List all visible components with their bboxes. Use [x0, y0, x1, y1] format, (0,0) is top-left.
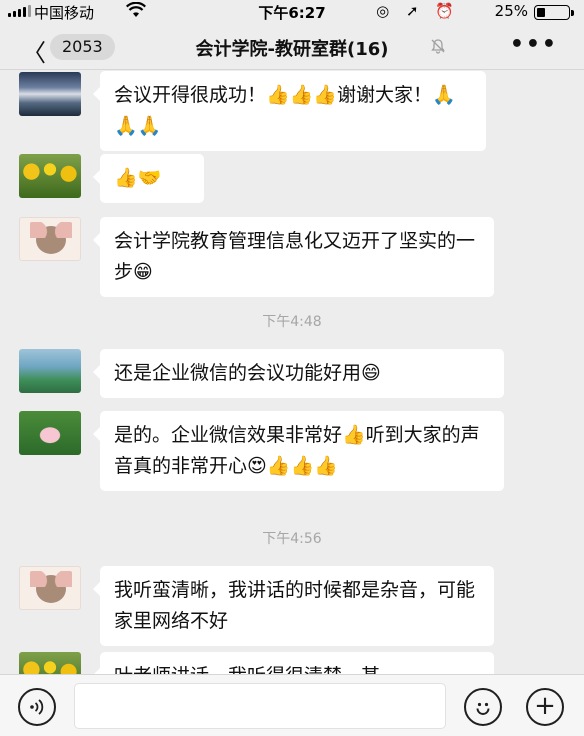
message-text: 还是企业微信的会议功能好用😄	[114, 362, 381, 384]
message-input[interactable]	[74, 683, 446, 729]
status-icons: ◎ ➚ ⏰	[376, 2, 460, 20]
message-text: 会议开得很成功！👍👍👍谢谢大家！🙏🙏🙏	[114, 84, 456, 137]
avatar[interactable]	[19, 349, 81, 393]
timestamp-divider: 下午4:56	[262, 531, 322, 547]
timestamp-divider: 下午4:48	[262, 314, 322, 330]
message-text: 👍🤝	[114, 167, 162, 189]
voice-input-button[interactable]	[18, 688, 56, 726]
message-text: 叶老师讲话，我听得很清楚，甚	[114, 665, 380, 674]
message-bubble[interactable]: 叶老师讲话，我听得很清楚，甚	[93, 652, 494, 674]
message-text: 是的。企业微信效果非常好👍听到大家的声音真的非常开心😍👍👍👍	[114, 424, 480, 477]
emoji-icon	[472, 699, 494, 724]
message-bubble[interactable]: 👍🤝	[93, 154, 204, 203]
battery-icon	[534, 5, 574, 20]
message-bubble[interactable]: 我听蛮清晰，我讲话的时候都是杂音，可能家里网络不好	[93, 566, 494, 646]
message-bubble[interactable]: 是的。企业微信效果非常好👍听到大家的声音真的非常开心😍👍👍👍	[93, 411, 504, 491]
message-composer: +	[0, 674, 584, 736]
plus-icon: +	[534, 691, 556, 721]
emoji-button[interactable]	[464, 688, 502, 726]
message-bubble[interactable]: 会议开得很成功！👍👍👍谢谢大家！🙏🙏🙏	[93, 71, 486, 151]
message-text: 我听蛮清晰，我讲话的时候都是杂音，可能家里网络不好	[114, 579, 476, 632]
more-options-icon[interactable]: •••	[510, 32, 558, 57]
message-list[interactable]: 会议开得很成功！👍👍👍谢谢大家！🙏🙏🙏 👍🤝 会计学院教育管理信息化又迈开了坚实…	[0, 71, 584, 674]
voice-icon	[27, 699, 47, 721]
avatar[interactable]	[19, 154, 81, 198]
avatar[interactable]	[19, 217, 81, 261]
more-functions-button[interactable]: +	[526, 688, 564, 726]
message-text: 会计学院教育管理信息化又迈开了坚实的一步😁	[114, 230, 476, 283]
avatar[interactable]	[19, 411, 81, 455]
battery-percentage: 25%	[494, 2, 528, 20]
chat-header: 〈 2053 会计学院-教研室群(16) •••	[0, 24, 584, 70]
chat-title: 会计学院-教研室群(16)	[195, 39, 389, 60]
avatar[interactable]	[19, 566, 81, 610]
avatar[interactable]	[19, 72, 81, 116]
message-bubble[interactable]: 会计学院教育管理信息化又迈开了坚实的一步😁	[93, 217, 494, 297]
message-bubble[interactable]: 还是企业微信的会议功能好用😄	[93, 349, 504, 398]
status-bar: 中国移动 下午6:27 ◎ ➚ ⏰ 25%	[0, 0, 584, 24]
mute-icon	[430, 38, 446, 58]
avatar[interactable]	[19, 652, 81, 674]
